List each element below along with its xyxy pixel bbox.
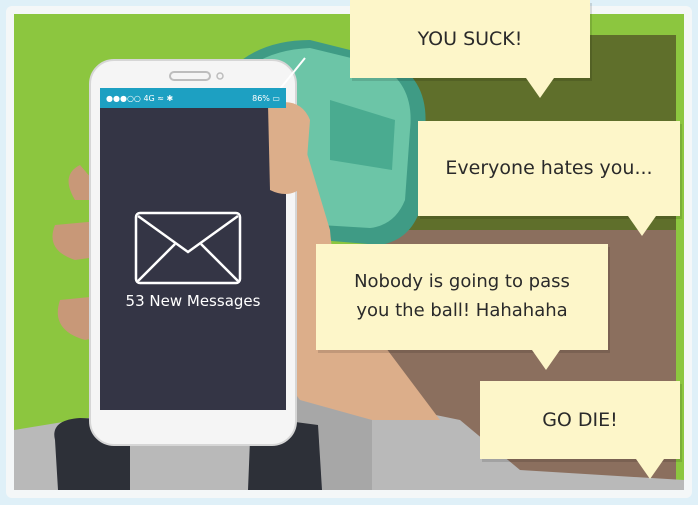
- speech-bubble-3: Nobody is going to pass you the ball! Ha…: [316, 244, 608, 370]
- illustration-scene: ●●●○○ 4G ≈ ✱ 86% ▭ 53 New Messages YOU S…: [0, 0, 698, 505]
- bubble-tail-4: [636, 459, 664, 479]
- bubble-tail-1: [526, 78, 554, 98]
- speech-bubble-1: YOU SUCK!: [350, 0, 590, 98]
- bubble-text-4: GO DIE!: [542, 409, 618, 431]
- speech-bubble-4: GO DIE!: [480, 381, 680, 479]
- bubble-tail-3: [532, 350, 560, 370]
- speech-bubble-2: Everyone hates you...: [418, 121, 680, 236]
- bubble-text-1: YOU SUCK!: [417, 28, 523, 50]
- thumb: [268, 102, 310, 194]
- new-messages-label: 53 New Messages: [125, 292, 261, 310]
- bubble-text-2: Everyone hates you...: [445, 156, 653, 179]
- bubble-text-3: Nobody is going to pass you the ball! Ha…: [354, 271, 570, 321]
- phone-status-bar: ●●●○○ 4G ≈ ✱ 86% ▭: [100, 88, 286, 108]
- bubble-tail-2: [628, 216, 656, 236]
- status-signal: ●●●○○ 4G ≈ ✱: [106, 93, 174, 103]
- status-battery: 86% ▭: [252, 93, 280, 103]
